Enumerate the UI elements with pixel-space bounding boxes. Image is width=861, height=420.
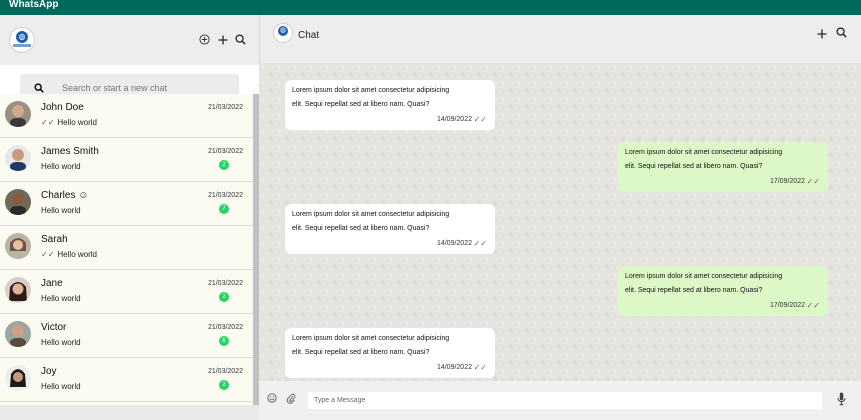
chat-date: 21/03/2022 xyxy=(207,192,243,199)
chat-date: 21/03/2022 xyxy=(207,368,243,375)
avatar xyxy=(5,101,31,127)
double-check-icon: ✓✓ xyxy=(473,239,487,248)
message-text: Lorem ipsum dolor sit amet consectetur a… xyxy=(292,87,450,108)
conversation-avatar[interactable]: ◍ xyxy=(273,23,293,43)
chat-list: John Doe ✓✓ Hello world 21/03/2022 James … xyxy=(0,94,253,405)
avatar xyxy=(5,189,31,215)
avatar xyxy=(5,233,31,259)
chat-name: Jane xyxy=(41,278,63,289)
message-incoming[interactable]: Lorem ipsum dolor sit amet consectetur a… xyxy=(285,204,495,254)
chat-name: James Smith xyxy=(41,146,99,157)
message-text: Lorem ipsum dolor sit amet consectetur a… xyxy=(292,211,450,232)
chat-last-message: Hello world xyxy=(41,162,81,171)
chat-item-charles[interactable]: Charles ☺ Hello world 21/03/2022 7 xyxy=(0,182,253,226)
microphone-icon[interactable] xyxy=(837,392,846,410)
search-icon[interactable] xyxy=(836,27,847,40)
chat-item-jane[interactable]: Jane Hello world 21/03/2022 2 xyxy=(0,270,253,314)
message-time: 14/09/2022 xyxy=(436,116,472,123)
emoji-icon[interactable] xyxy=(267,393,277,407)
avatar xyxy=(5,145,31,171)
double-check-icon: ✓✓ xyxy=(41,250,55,259)
search-icon[interactable] xyxy=(235,34,246,47)
chat-name: Sarah xyxy=(41,234,68,245)
unread-badge: 2 xyxy=(219,380,229,390)
message-area[interactable]: Lorem ipsum dolor sit amet consectetur a… xyxy=(259,63,861,381)
chat-date: 21/03/2022 xyxy=(207,148,243,155)
double-check-icon: ✓✓ xyxy=(41,118,55,127)
chat-name: Charles ☺ xyxy=(41,190,89,201)
chat-name: Victor xyxy=(41,322,67,333)
message-outgoing[interactable]: Lorem ipsum dolor sit amet consectetur a… xyxy=(618,142,828,192)
double-check-icon: ✓✓ xyxy=(806,177,820,186)
chat-date: 21/03/2022 xyxy=(207,104,243,111)
message-time: 14/09/2022 xyxy=(436,364,472,371)
unread-badge: 7 xyxy=(219,204,229,214)
app-title-bar: WhatsApp xyxy=(0,0,861,15)
attach-icon[interactable] xyxy=(286,393,296,408)
message-text: Lorem ipsum dolor sit amet consectetur a… xyxy=(625,149,783,170)
message-time: 17/09/2022 xyxy=(769,178,805,185)
chat-item-james-smith[interactable]: James Smith Hello world 21/03/2022 2 xyxy=(0,138,253,182)
sidebar-header: ◍ xyxy=(0,15,259,65)
plus-icon[interactable] xyxy=(817,28,827,41)
avatar xyxy=(5,277,31,303)
double-check-icon: ✓✓ xyxy=(806,301,820,310)
chat-date: 21/03/2022 xyxy=(207,280,243,287)
add-circle-icon[interactable] xyxy=(199,34,210,47)
chat-last-message: Hello world xyxy=(41,294,81,303)
message-text: Lorem ipsum dolor sit amet consectetur a… xyxy=(625,273,783,294)
plus-icon[interactable] xyxy=(218,34,228,47)
chat-last-message: ✓✓ Hello world xyxy=(41,118,97,127)
unread-badge: 6 xyxy=(219,336,229,346)
conversation-title: Chat xyxy=(298,30,320,41)
profile-logo[interactable]: ◍ xyxy=(9,27,35,53)
message-time: 14/09/2022 xyxy=(436,240,472,247)
chat-last-message: ✓✓ Hello world xyxy=(41,250,97,259)
chat-item-john-doe[interactable]: John Doe ✓✓ Hello world 21/03/2022 xyxy=(0,94,253,138)
message-incoming[interactable]: Lorem ipsum dolor sit amet consectetur a… xyxy=(285,80,495,130)
chat-last-message: Hello world xyxy=(41,382,81,391)
logo-icon: ◍ xyxy=(278,26,288,36)
message-outgoing[interactable]: Lorem ipsum dolor sit amet consectetur a… xyxy=(618,266,828,316)
avatar xyxy=(5,365,31,391)
message-incoming[interactable]: Lorem ipsum dolor sit amet consectetur a… xyxy=(285,328,495,378)
logo-icon: ◍ xyxy=(16,31,28,43)
message-composer xyxy=(259,381,861,420)
app-title: WhatsApp xyxy=(9,0,59,10)
avatar xyxy=(5,321,31,347)
double-check-icon: ✓✓ xyxy=(473,115,487,124)
conversation-header: ◍ Chat xyxy=(259,15,861,63)
logo-text-mark xyxy=(13,44,31,47)
unread-badge: 2 xyxy=(219,160,229,170)
sidebar-footer xyxy=(0,405,259,420)
chat-name: Joy xyxy=(41,366,57,377)
chat-item-victor[interactable]: Victor Hello world 21/03/2022 6 xyxy=(0,314,253,358)
message-input[interactable] xyxy=(308,392,822,409)
chat-last-message: Hello world xyxy=(41,206,81,215)
chat-name: John Doe xyxy=(41,102,84,113)
double-check-icon: ✓✓ xyxy=(473,363,487,372)
conversation-panel: ◍ Chat Lorem ipsum dolor sit amet consec… xyxy=(259,15,861,420)
chat-item-sarah[interactable]: Sarah ✓✓ Hello world xyxy=(0,226,253,270)
chat-last-message: Hello world xyxy=(41,338,81,347)
unread-badge: 2 xyxy=(219,292,229,302)
message-text: Lorem ipsum dolor sit amet consectetur a… xyxy=(292,335,450,356)
chat-item-joy[interactable]: Joy Hello world 21/03/2022 2 xyxy=(0,358,253,402)
message-time: 17/09/2022 xyxy=(769,302,805,309)
chat-date: 21/03/2022 xyxy=(207,324,243,331)
